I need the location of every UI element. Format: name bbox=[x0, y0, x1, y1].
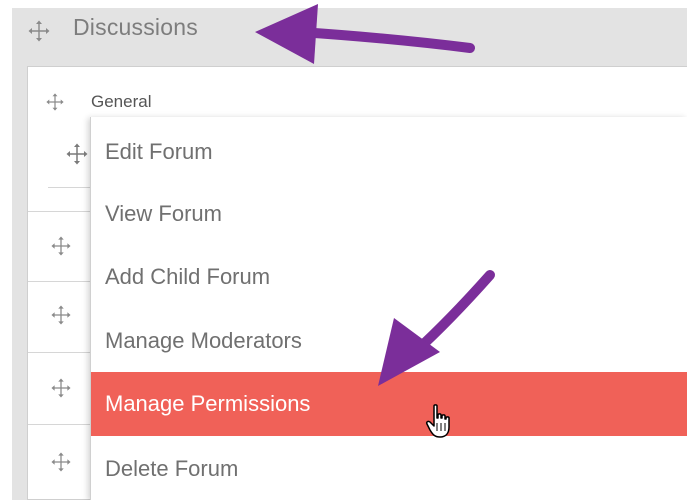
category-label: General bbox=[91, 92, 152, 111]
menu-item-add-child-forum[interactable]: Add Child Forum bbox=[91, 246, 687, 307]
menu-item-view-forum[interactable]: View Forum bbox=[91, 183, 687, 244]
move-icon[interactable] bbox=[28, 20, 50, 42]
move-icon[interactable] bbox=[46, 93, 64, 111]
menu-item-label: View Forum bbox=[105, 200, 222, 226]
menu-item-label: Manage Moderators bbox=[105, 327, 302, 353]
divider bbox=[28, 211, 90, 212]
menu-item-manage-moderators[interactable]: Manage Moderators bbox=[91, 310, 687, 371]
menu-item-manage-permissions[interactable]: Manage Permissions bbox=[91, 372, 687, 436]
divider bbox=[48, 187, 90, 188]
move-icon[interactable] bbox=[51, 305, 71, 325]
menu-item-label: Manage Permissions bbox=[105, 391, 311, 416]
menu-item-edit-forum[interactable]: Edit Forum bbox=[91, 121, 687, 182]
divider bbox=[28, 424, 90, 425]
menu-item-label: Add Child Forum bbox=[105, 263, 271, 289]
move-icon[interactable] bbox=[51, 452, 71, 472]
menu-item-label: Edit Forum bbox=[105, 138, 213, 164]
move-icon[interactable] bbox=[51, 236, 71, 256]
menu-item-label: Delete Forum bbox=[105, 455, 239, 481]
divider bbox=[28, 281, 90, 282]
context-menu: Edit Forum View Forum Add Child Forum Ma… bbox=[90, 117, 687, 500]
panel-title: Discussions bbox=[73, 14, 198, 40]
menu-item-delete-forum[interactable]: Delete Forum bbox=[91, 438, 687, 499]
divider bbox=[28, 352, 90, 353]
move-icon[interactable] bbox=[51, 378, 71, 398]
move-icon[interactable] bbox=[66, 143, 88, 165]
hand-pointer-icon bbox=[426, 404, 450, 438]
